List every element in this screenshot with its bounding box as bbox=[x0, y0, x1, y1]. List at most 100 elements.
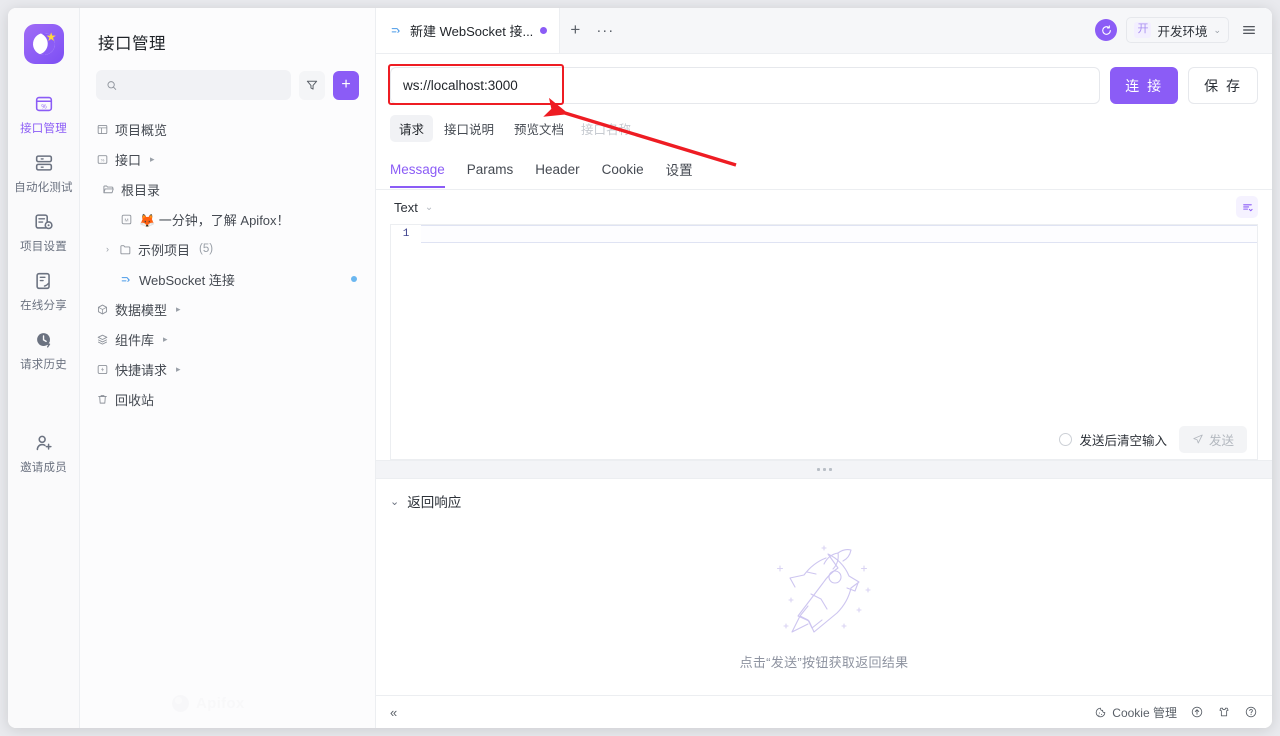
tree-label: 回收站 bbox=[115, 392, 155, 408]
chevron-right-icon[interactable]: › bbox=[102, 244, 113, 254]
tree-item-trash[interactable]: 回收站 bbox=[80, 384, 375, 414]
url-input[interactable] bbox=[390, 67, 1101, 104]
search-box[interactable] bbox=[96, 70, 291, 100]
panel-splitter[interactable] bbox=[376, 460, 1272, 479]
main-area: 新建 WebSocket 接... + ··· 开 开发环境 ⌄ ws://lo… bbox=[376, 8, 1272, 728]
quick-request-icon bbox=[97, 364, 108, 374]
tree-item-sample-project[interactable]: › 示例项目 (5) bbox=[80, 234, 375, 264]
tab-options-button[interactable]: ··· bbox=[590, 8, 620, 53]
send-row: 发送后清空输入 发送 bbox=[390, 419, 1258, 460]
tab-bar-right: 开 开发环境 ⌄ bbox=[1095, 8, 1260, 53]
unsaved-dot-indicator bbox=[351, 276, 357, 282]
chevron-down-icon[interactable]: ⌄ bbox=[390, 495, 399, 508]
pill-api-description[interactable]: 接口说明 bbox=[435, 115, 503, 142]
tab-new-websocket-api[interactable]: 新建 WebSocket 接... bbox=[376, 8, 561, 53]
save-button[interactable]: 保 存 bbox=[1188, 67, 1258, 104]
upload-circle-icon bbox=[1191, 706, 1203, 718]
markdown-doc-icon: M bbox=[121, 214, 132, 224]
environment-selector[interactable]: 开 开发环境 ⌄ bbox=[1126, 17, 1229, 43]
theme-button[interactable] bbox=[1217, 705, 1231, 719]
message-format-select[interactable]: Text ⌄ bbox=[390, 198, 437, 217]
websocket-icon bbox=[121, 276, 130, 282]
apifox-logo[interactable]: ★ bbox=[23, 24, 64, 64]
add-button[interactable]: + bbox=[333, 70, 359, 100]
chevron-right-icon[interactable]: ▸ bbox=[163, 334, 168, 345]
code-line[interactable]: 1 bbox=[391, 225, 1257, 243]
overview-icon bbox=[97, 124, 108, 134]
tree-item-overview[interactable]: 项目概览 bbox=[80, 114, 375, 144]
message-code-area[interactable]: 1 bbox=[390, 224, 1258, 419]
rail-item-project-settings[interactable]: 项目设置 bbox=[8, 204, 80, 263]
tab-params[interactable]: Params bbox=[467, 162, 514, 188]
sync-icon bbox=[1102, 24, 1111, 35]
cookie-icon bbox=[1096, 707, 1106, 717]
svg-text:%: % bbox=[101, 157, 105, 162]
clear-after-send-label: 发送后清空输入 bbox=[1079, 433, 1167, 448]
code-input-line[interactable] bbox=[421, 225, 1257, 243]
sync-button[interactable] bbox=[1095, 19, 1118, 41]
tab-settings[interactable]: 设置 bbox=[666, 159, 693, 190]
tree-item-root-dir[interactable]: 根目录 bbox=[80, 174, 375, 204]
send-button[interactable]: 发送 bbox=[1178, 425, 1247, 453]
tree-label: 🦊 一分钟，了解 Apifox！ bbox=[139, 212, 290, 228]
rail-item-automation-test[interactable]: 自动化测试 bbox=[8, 145, 80, 204]
request-mode-pills: 请求 接口说明 预览文档 接口名称 bbox=[376, 115, 1272, 142]
tree-label: 组件库 bbox=[115, 332, 155, 348]
api-name-placeholder[interactable]: 接口名称 bbox=[581, 119, 631, 138]
sidebar-search-row: + bbox=[80, 54, 375, 100]
rail-item-request-history[interactable]: 请求历史 bbox=[8, 322, 80, 381]
tab-message[interactable]: Message bbox=[390, 162, 445, 188]
checkbox-box[interactable] bbox=[1059, 432, 1073, 446]
send-plane-icon bbox=[1193, 434, 1203, 444]
tree-item-quick-request[interactable]: 快捷请求 ▸ bbox=[80, 354, 375, 384]
tab-cookie[interactable]: Cookie bbox=[602, 162, 644, 188]
online-share-icon bbox=[35, 272, 50, 290]
upload-button[interactable] bbox=[1190, 705, 1204, 719]
tab-title: 新建 WebSocket 接... bbox=[410, 23, 534, 39]
new-tab-button[interactable]: + bbox=[560, 8, 590, 53]
star-shape: ★ bbox=[45, 30, 57, 44]
response-header[interactable]: ⌄ 返回响应 bbox=[376, 479, 1272, 511]
svg-text:M: M bbox=[124, 217, 128, 223]
chevron-right-icon[interactable]: ▸ bbox=[176, 304, 181, 315]
send-label: 发送 bbox=[1208, 433, 1234, 448]
environment-badge: 开 bbox=[1134, 22, 1152, 38]
tree-item-component-library[interactable]: 组件库 ▸ bbox=[80, 324, 375, 354]
search-input[interactable] bbox=[123, 78, 281, 92]
beautify-button[interactable] bbox=[1236, 196, 1258, 218]
rail-item-api-management[interactable]: % 接口管理 bbox=[8, 86, 80, 145]
cookie-manager-button[interactable]: Cookie 管理 bbox=[1094, 704, 1177, 721]
connect-button[interactable]: 连 接 bbox=[1110, 67, 1179, 104]
footer-right: Cookie 管理 bbox=[1094, 704, 1258, 721]
sidebar: 接口管理 + 项目概览 % 接口 ▸ 根目录 M 🦊 一分钟，了解 Apifox… bbox=[80, 8, 376, 728]
cookie-manager-label: Cookie 管理 bbox=[1112, 705, 1177, 720]
chevron-right-icon[interactable]: ▸ bbox=[176, 364, 181, 375]
pill-request[interactable]: 请求 bbox=[390, 115, 434, 142]
tree-item-count: (5) bbox=[199, 243, 214, 255]
filter-button[interactable] bbox=[299, 70, 325, 100]
tree-item-data-model[interactable]: 数据模型 ▸ bbox=[80, 294, 375, 324]
clear-after-send-checkbox[interactable]: 发送后清空输入 bbox=[1059, 430, 1167, 449]
chevron-right-icon[interactable]: ▸ bbox=[150, 154, 155, 165]
main-menu-button[interactable] bbox=[1238, 17, 1260, 43]
tree-item-apifox-intro[interactable]: M 🦊 一分钟，了解 Apifox！ bbox=[80, 204, 375, 234]
pill-preview-doc[interactable]: 预览文档 bbox=[505, 115, 573, 142]
apifox-window: ★ % 接口管理 自动化测试 项目设置 在线分享 请求历史 邀请成员 接口管理 … bbox=[8, 8, 1272, 728]
line-number: 1 bbox=[402, 228, 410, 240]
tab-header[interactable]: Header bbox=[535, 162, 579, 188]
tree-item-api[interactable]: % 接口 ▸ bbox=[80, 144, 375, 174]
rail-item-invite-member[interactable]: 邀请成员 bbox=[8, 425, 80, 484]
tree-label: 示例项目 bbox=[138, 242, 191, 258]
tab-unsaved-dot bbox=[540, 26, 548, 34]
editor-toolbar: Text ⌄ bbox=[390, 190, 1258, 224]
api-tree: 项目概览 % 接口 ▸ 根目录 M 🦊 一分钟，了解 Apifox！ › 示例项… bbox=[80, 100, 375, 414]
rail-item-online-share[interactable]: 在线分享 bbox=[8, 263, 80, 322]
tab-bar: 新建 WebSocket 接... + ··· 开 开发环境 ⌄ bbox=[376, 8, 1272, 54]
collapse-sidebar-button[interactable]: « bbox=[390, 705, 397, 720]
message-editor: Text ⌄ 1 发送后清空输入 发送 bbox=[376, 190, 1272, 460]
environment-label: 开发环境 bbox=[1157, 24, 1208, 39]
tree-item-websocket-connection[interactable]: WebSocket 连接 bbox=[80, 264, 375, 294]
rocket-illustration bbox=[776, 544, 871, 633]
help-button[interactable] bbox=[1244, 705, 1258, 719]
search-icon bbox=[107, 80, 117, 90]
